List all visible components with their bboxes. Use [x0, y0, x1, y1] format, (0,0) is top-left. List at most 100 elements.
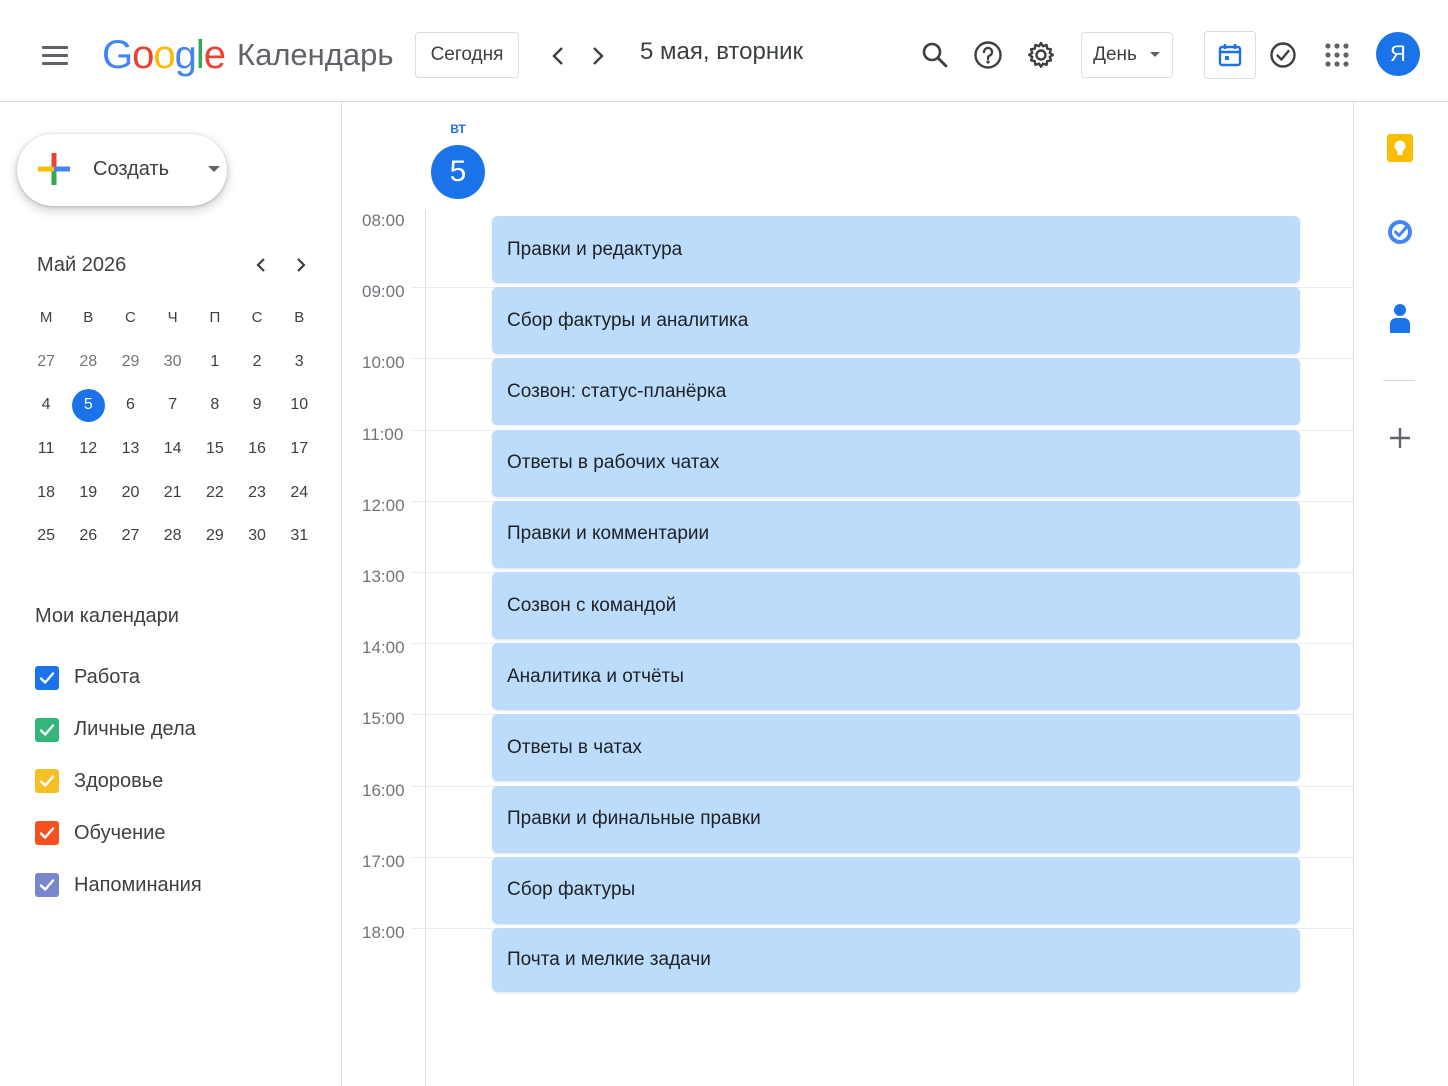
hour-label: 17:00 [362, 851, 405, 871]
day-number[interactable]: 5 [431, 145, 485, 199]
mini-calendar-day-number: 29 [205, 527, 224, 545]
mini-calendar-day[interactable]: 12 [67, 427, 109, 471]
calendar-list-item[interactable]: Личные дела [35, 704, 202, 756]
mini-calendar-day[interactable]: 29 [109, 340, 151, 384]
calendar-list-item[interactable]: Здоровье [35, 756, 202, 808]
calendar-view-toggle[interactable] [1204, 31, 1256, 79]
mini-calendar-day[interactable]: 31 [278, 514, 320, 558]
mini-calendar-weekday: М [39, 309, 53, 327]
mini-calendar-day[interactable]: 1 [194, 340, 236, 384]
mini-calendar-day[interactable]: 17 [278, 427, 320, 471]
mini-calendar-day[interactable]: 30 [152, 340, 194, 384]
calendar-event[interactable]: Созвон: статус-планёрка [492, 358, 1300, 426]
calendar-event[interactable]: Правки и финальные правки [492, 785, 1300, 853]
mini-calendar-day[interactable]: 27 [109, 514, 151, 558]
mini-calendar-day-number: 28 [163, 527, 182, 545]
contacts-icon [1390, 304, 1410, 333]
tasks-button[interactable] [1378, 210, 1422, 254]
google-apps-button[interactable] [1312, 30, 1362, 80]
account-avatar[interactable]: Я [1376, 32, 1420, 76]
mini-calendar-day[interactable]: 10 [278, 383, 320, 427]
mini-calendar-prev-button[interactable] [246, 250, 276, 280]
mini-calendar-day[interactable]: 7 [152, 383, 194, 427]
settings-button[interactable] [1016, 30, 1066, 80]
add-addon-button[interactable] [1378, 416, 1422, 460]
mini-calendar-day[interactable]: 9 [236, 383, 278, 427]
calendar-checkbox[interactable] [35, 821, 59, 846]
mini-calendar-day-number: 18 [37, 483, 55, 501]
mini-calendar-day[interactable]: 24 [278, 471, 320, 515]
mini-calendar-day[interactable]: 22 [194, 471, 236, 515]
keep-button[interactable] [1378, 126, 1422, 170]
calendar-event[interactable]: Аналитика и отчёты [492, 643, 1300, 711]
logo-letter: g [174, 32, 197, 77]
mini-calendar-day[interactable]: 14 [152, 427, 194, 471]
calendar-checkbox[interactable] [35, 665, 59, 690]
mini-calendar-day[interactable]: 28 [152, 514, 194, 558]
day-column-border [425, 210, 426, 1086]
mini-calendar-day[interactable]: 19 [67, 471, 109, 515]
today-button[interactable]: Сегодня [415, 32, 519, 78]
mini-calendar-day[interactable]: 29 [194, 514, 236, 558]
next-period-button[interactable] [578, 36, 618, 76]
calendar-list-item[interactable]: Обучение [35, 807, 202, 859]
tasks-toggle[interactable] [1258, 30, 1308, 80]
mini-calendar-day-number: 23 [248, 483, 266, 501]
mini-calendar-day[interactable]: 23 [236, 471, 278, 515]
mini-calendar-day-number: 6 [126, 396, 135, 414]
calendar-event[interactable]: Правки и комментарии [492, 500, 1300, 568]
mini-calendar-day[interactable]: 3 [278, 340, 320, 384]
view-selector[interactable]: День [1081, 32, 1173, 78]
mini-calendar-day[interactable]: 2 [236, 340, 278, 384]
main-menu-button[interactable] [30, 30, 80, 80]
search-button[interactable] [910, 30, 960, 80]
calendar-event[interactable]: Ответы в рабочих чатах [492, 429, 1300, 497]
mini-calendar-day-number: 17 [290, 439, 309, 457]
mini-calendar-day[interactable]: 30 [236, 514, 278, 558]
calendar-list-item[interactable]: Напоминания [35, 859, 202, 911]
mini-calendar-day[interactable]: 25 [25, 514, 67, 558]
calendar-event[interactable]: Правки и редактура [492, 216, 1300, 283]
mini-calendar-day[interactable]: 18 [25, 471, 67, 515]
help-icon [974, 41, 1002, 69]
hour-label: 18:00 [362, 923, 405, 942]
previous-period-button[interactable] [538, 36, 578, 76]
calendar-event[interactable]: Сбор фактуры и аналитика [492, 287, 1300, 355]
calendar-list-item[interactable]: Работа [35, 652, 202, 704]
mini-calendar-day[interactable]: 26 [67, 514, 109, 558]
contacts-button[interactable] [1378, 296, 1422, 340]
mini-calendar-next-button[interactable] [286, 250, 316, 280]
mini-calendar-day[interactable]: 4 [25, 383, 67, 427]
mini-calendar-day-today[interactable]: 5 [67, 383, 109, 427]
mini-calendar-day[interactable]: 27 [25, 340, 67, 384]
mini-calendar-day-number: 26 [79, 527, 98, 545]
mini-calendar-day[interactable]: 15 [194, 427, 236, 471]
calendar-checkbox[interactable] [35, 873, 59, 898]
mini-calendar-day-number: 31 [290, 527, 309, 545]
chevron-right-icon [593, 47, 604, 65]
google-logo-text: Google [102, 32, 226, 78]
mini-calendar-day[interactable]: 13 [109, 427, 151, 471]
mini-calendar-day[interactable]: 28 [67, 340, 109, 384]
logo-letter: e [203, 32, 226, 77]
calendar-event[interactable]: Почта и мелкие задачи [492, 928, 1300, 992]
mini-calendar-day[interactable]: 21 [152, 471, 194, 515]
chevron-left-icon [552, 47, 563, 65]
calendar-checkbox[interactable] [35, 769, 59, 794]
calendar-checkbox[interactable] [35, 717, 59, 742]
calendar-name: Работа [74, 666, 140, 689]
hour-label: 13:00 [362, 567, 405, 586]
mini-calendar-day-number: 28 [79, 352, 98, 370]
create-button[interactable]: Создать [17, 134, 227, 206]
mini-calendar-day[interactable]: 8 [194, 383, 236, 427]
mini-calendar-day[interactable]: 16 [236, 427, 278, 471]
mini-calendar-day-number: 29 [121, 352, 140, 370]
help-button[interactable] [963, 30, 1013, 80]
calendar-event[interactable]: Ответы в чатах [492, 714, 1300, 782]
calendar-event[interactable]: Сбор фактуры [492, 856, 1300, 924]
mini-calendar-day[interactable]: 20 [109, 471, 151, 515]
mini-calendar-day[interactable]: 6 [109, 383, 151, 427]
app-logo[interactable]: Google Календарь [102, 30, 393, 80]
mini-calendar-day[interactable]: 11 [25, 427, 67, 471]
calendar-event[interactable]: Созвон с командой [492, 572, 1300, 639]
